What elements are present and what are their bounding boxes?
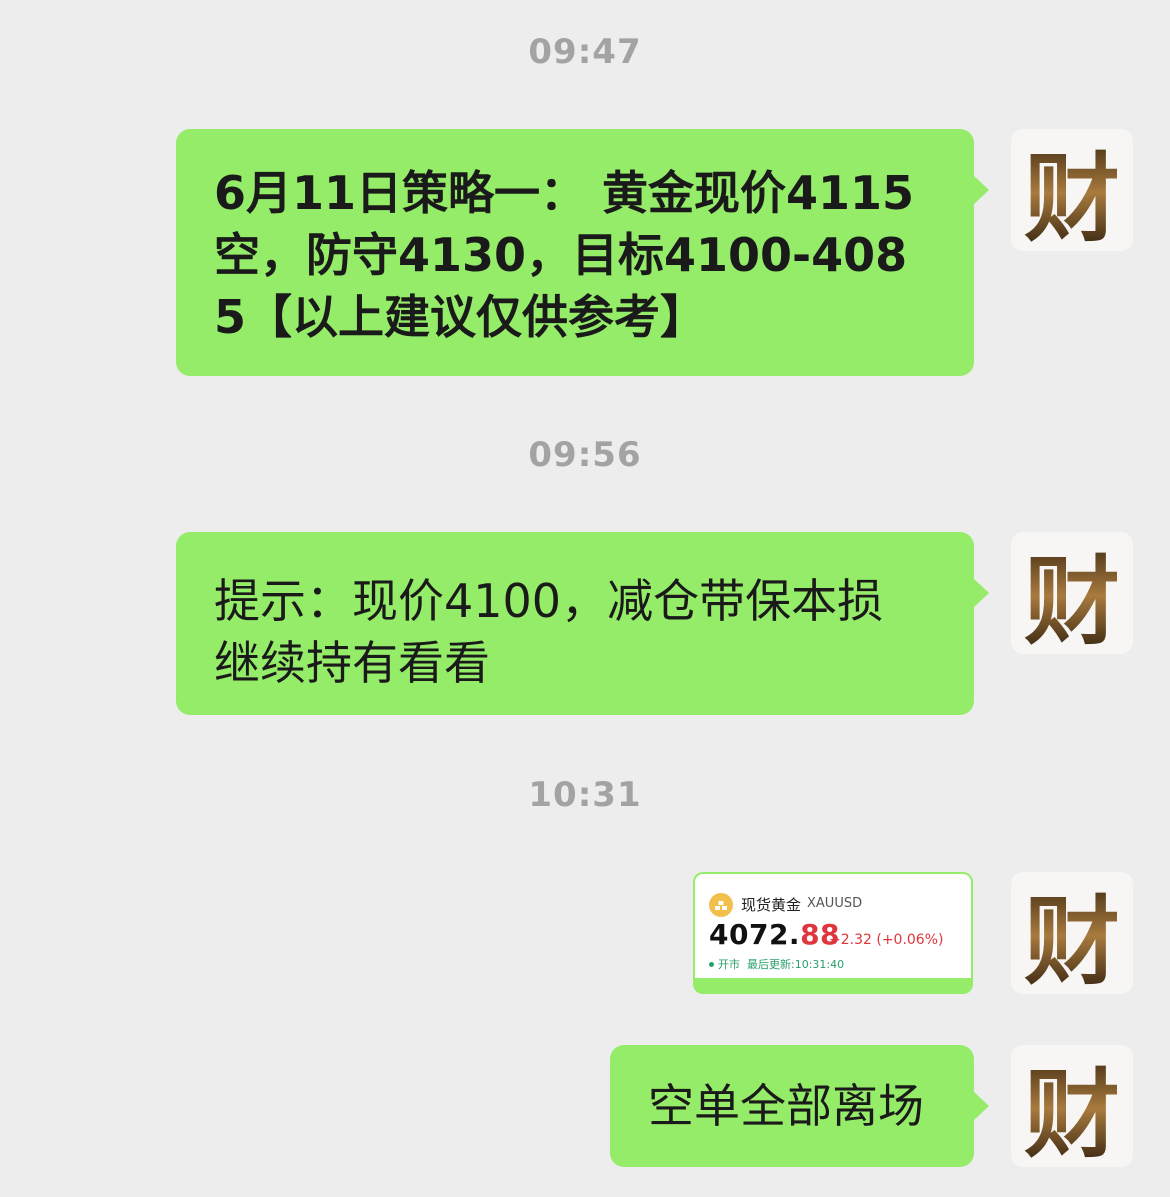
avatar[interactable]: 财	[1011, 129, 1133, 251]
quote-symbol: XAUUSD	[807, 896, 863, 911]
calligraphy-avatar-icon: 财	[1024, 142, 1120, 251]
message-line: 6月11日策略一： 黄金现价4115	[214, 166, 915, 220]
message-bubble[interactable]: 提示：现价4100，减仓带保本损 继续持有看看	[176, 532, 989, 715]
quote-title: 现货黄金	[741, 896, 802, 914]
message-line: 5【以上建议仅供参考】	[214, 290, 707, 344]
calligraphy-avatar-icon: 财	[1024, 1058, 1120, 1167]
status-dot-icon	[709, 961, 714, 967]
market-status: 开市 最后更新:10:31:40	[709, 956, 844, 972]
quote-change: +2.32 (+0.06%)	[829, 932, 944, 948]
avatar[interactable]: 财	[1011, 532, 1133, 654]
message-line: 继续持有看看	[214, 636, 490, 690]
message-line: 空单全部离场	[648, 1079, 924, 1133]
svg-text:财: 财	[1024, 545, 1120, 654]
timestamp: 10:31	[528, 775, 642, 815]
quote-price: 4072.88	[709, 918, 840, 951]
timestamp: 09:56	[528, 435, 642, 475]
svg-text:财: 财	[1024, 1058, 1120, 1167]
avatar[interactable]: 财	[1011, 872, 1133, 994]
message-line: 空，防守4130，目标4100-408	[214, 228, 908, 282]
quote-card[interactable]: 现货黄金 XAUUSD 4072.88 +2.32 (+0.06%) 开市 最后…	[693, 872, 973, 994]
gold-coin-icon	[709, 893, 733, 917]
last-updated: 最后更新:10:31:40	[747, 958, 845, 971]
svg-text:财: 财	[1024, 885, 1120, 994]
price-integer: 4072.	[709, 918, 801, 951]
quote-card-body: 现货黄金 XAUUSD 4072.88 +2.32 (+0.06%) 开市 最后…	[695, 874, 971, 978]
message-bubble[interactable]: 6月11日策略一： 黄金现价4115 空，防守4130，目标4100-408 5…	[176, 129, 989, 376]
market-open-label: 开市	[718, 958, 740, 971]
timestamp: 09:47	[528, 32, 642, 72]
avatar[interactable]: 财	[1011, 1045, 1133, 1167]
calligraphy-avatar-icon: 财	[1024, 885, 1120, 994]
svg-text:财: 财	[1024, 142, 1120, 251]
message-bubble[interactable]: 空单全部离场	[610, 1045, 989, 1167]
calligraphy-avatar-icon: 财	[1024, 545, 1120, 654]
message-line: 提示：现价4100，减仓带保本损	[214, 574, 884, 628]
